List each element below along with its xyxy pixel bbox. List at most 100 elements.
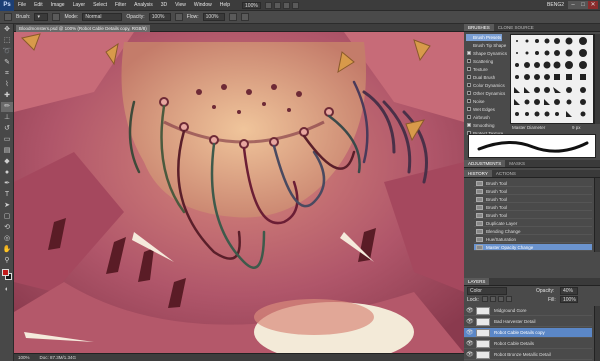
marquee-tool-icon[interactable]: ⬚ [1,36,13,46]
menu-file[interactable]: File [14,2,30,8]
blend-mode-select[interactable]: Color [467,287,507,295]
menu-filter[interactable]: Filter [111,2,130,8]
menu-analysis[interactable]: Analysis [130,2,157,8]
maximize-button[interactable]: □ [578,1,588,9]
brush-preset-grid[interactable] [510,34,594,124]
document-tab[interactable]: Bloodmonsters.psd @ 100% (Robot Cable De… [16,25,150,32]
history-item[interactable]: Brush Tool [474,180,592,187]
crop-tool-icon[interactable]: ⌗ [1,69,13,79]
menu-image[interactable]: Image [47,2,69,8]
menu-layer[interactable]: Layer [69,2,90,8]
brush-option-other-dynamics[interactable]: Other Dynamics [466,90,505,97]
mode-select[interactable]: Normal [82,13,123,21]
history-item[interactable]: Blending Change [474,228,592,235]
tab-masks[interactable]: MASKS [505,160,529,167]
tab-adjustments[interactable]: ADJUSTMENTS [464,160,506,167]
status-zoom[interactable]: 100% [18,354,30,361]
quick-select-tool-icon[interactable]: ✎ [1,58,13,68]
pressure-size-icon[interactable] [240,13,249,21]
lock-image-icon[interactable] [490,296,496,302]
arrange-documents-icon[interactable] [291,1,299,9]
brush-option-shape-dynamics[interactable]: Shape Dynamics [466,50,507,57]
quick-mask-icon[interactable]: ◐ [1,285,13,295]
flow-field[interactable]: 100% [202,13,225,21]
healing-brush-tool-icon[interactable]: ✚ [1,91,13,101]
history-brush-tool-icon[interactable]: ↺ [1,124,13,134]
tab-brushes[interactable]: BRUSHES [464,24,494,31]
brush-grid-scrollbar[interactable] [594,34,600,124]
menu-select[interactable]: Select [89,2,111,8]
tab-clone-source[interactable]: CLONE SOURCE [494,24,538,31]
tab-history[interactable]: HISTORY [464,170,492,177]
brush-option-scattering[interactable]: Scattering [466,58,502,65]
brush-option-noise[interactable]: Noise [466,98,502,105]
gradient-tool-icon[interactable]: ▤ [1,146,13,156]
close-button[interactable]: ✕ [588,1,598,9]
visibility-eye-icon[interactable]: 👁 [466,308,474,314]
type-tool-icon[interactable]: T [1,190,13,200]
layer-row[interactable]: 👁 Bad Harvester Detail [464,317,592,327]
history-item[interactable]: Duplicate Layer [474,220,592,227]
history-item[interactable]: Brush Tool [474,196,592,203]
history-item[interactable]: Hue/Saturation [474,236,592,243]
3d-rotate-tool-icon[interactable]: ⟲ [1,223,13,233]
hand-icon[interactable] [264,1,272,9]
layer-row[interactable]: 👁 Robot Bronze Metallic Detail [464,350,592,360]
brush-option-tip-shape[interactable]: Brush Tip Shape [466,42,506,49]
visibility-eye-icon[interactable]: 👁 [466,352,474,358]
brush-option-texture[interactable]: Texture [466,66,502,73]
layer-row[interactable]: 👁 Robot Cable Details [464,339,592,349]
layer-opacity-field[interactable]: 40% [560,287,578,295]
visibility-eye-icon[interactable]: 👁 [466,341,474,347]
visibility-eye-icon[interactable]: 👁 [466,319,474,325]
history-item-selected[interactable]: Master Opacity Change [474,244,592,251]
brush-preset-picker[interactable]: ▾ [34,13,49,21]
history-item[interactable]: Brush Tool [474,188,592,195]
menu-window[interactable]: Window [190,2,216,8]
dodge-tool-icon[interactable]: ● [1,168,13,178]
eyedropper-tool-icon[interactable]: ⌇ [1,80,13,90]
history-item[interactable]: Brush Tool [474,212,592,219]
visibility-eye-icon[interactable]: 👁 [466,330,474,336]
brush-tool-icon[interactable] [4,13,12,21]
hand-tool-icon[interactable]: ✋ [1,245,13,255]
lasso-tool-icon[interactable]: ➰ [1,47,13,57]
fill-field[interactable]: 100% [560,296,578,303]
pressure-opacity-icon[interactable] [174,13,183,21]
3d-orbit-tool-icon[interactable]: ◎ [1,234,13,244]
lock-all-icon[interactable] [506,296,512,302]
blur-tool-icon[interactable]: ◆ [1,157,13,167]
menu-help[interactable]: Help [216,2,234,8]
layer-row[interactable]: 👁 Midground Gore [464,306,592,316]
brush-option-wet-edges[interactable]: Wet Edges [466,106,502,113]
brush-tool-icon[interactable]: ✏ [1,102,13,112]
layer-row-selected[interactable]: 👁 Robot Cable Details copy [464,328,592,338]
history-item[interactable]: Brush Tool [474,204,592,211]
history-scrollbar[interactable] [594,178,600,252]
layers-scrollbar[interactable] [594,306,600,361]
rotate-view-icon[interactable] [282,1,290,9]
move-tool-icon[interactable]: ✥ [1,25,13,35]
zoom-tool-icon[interactable]: ⚲ [1,256,13,266]
workspace-name[interactable]: BENG2 [547,2,564,8]
pen-tool-icon[interactable]: ✒ [1,179,13,189]
eraser-tool-icon[interactable]: ▭ [1,135,13,145]
opacity-field[interactable]: 100% [148,13,171,21]
brush-option-presets[interactable]: Brush Presets [466,34,502,41]
tab-layers[interactable]: LAYERS [464,278,490,285]
menu-view[interactable]: View [171,2,190,8]
zoom-icon[interactable] [273,1,281,9]
path-select-tool-icon[interactable]: ➤ [1,201,13,211]
brush-option-dual-brush[interactable]: Dual Brush [466,74,502,81]
brush-panel-toggle-icon[interactable] [52,13,61,21]
lock-transparency-icon[interactable] [482,296,488,302]
clone-stamp-tool-icon[interactable]: ⊥ [1,113,13,123]
minimize-button[interactable]: – [568,1,578,9]
menu-3d[interactable]: 3D [157,2,171,8]
shape-tool-icon[interactable]: ▢ [1,212,13,222]
brush-option-color-dynamics[interactable]: Color Dynamics [466,82,505,89]
brush-option-airbrush[interactable]: Airbrush [466,114,502,121]
document-canvas[interactable] [14,32,464,353]
airbrush-icon[interactable] [228,13,237,21]
zoom-select[interactable]: 100% [242,1,261,9]
